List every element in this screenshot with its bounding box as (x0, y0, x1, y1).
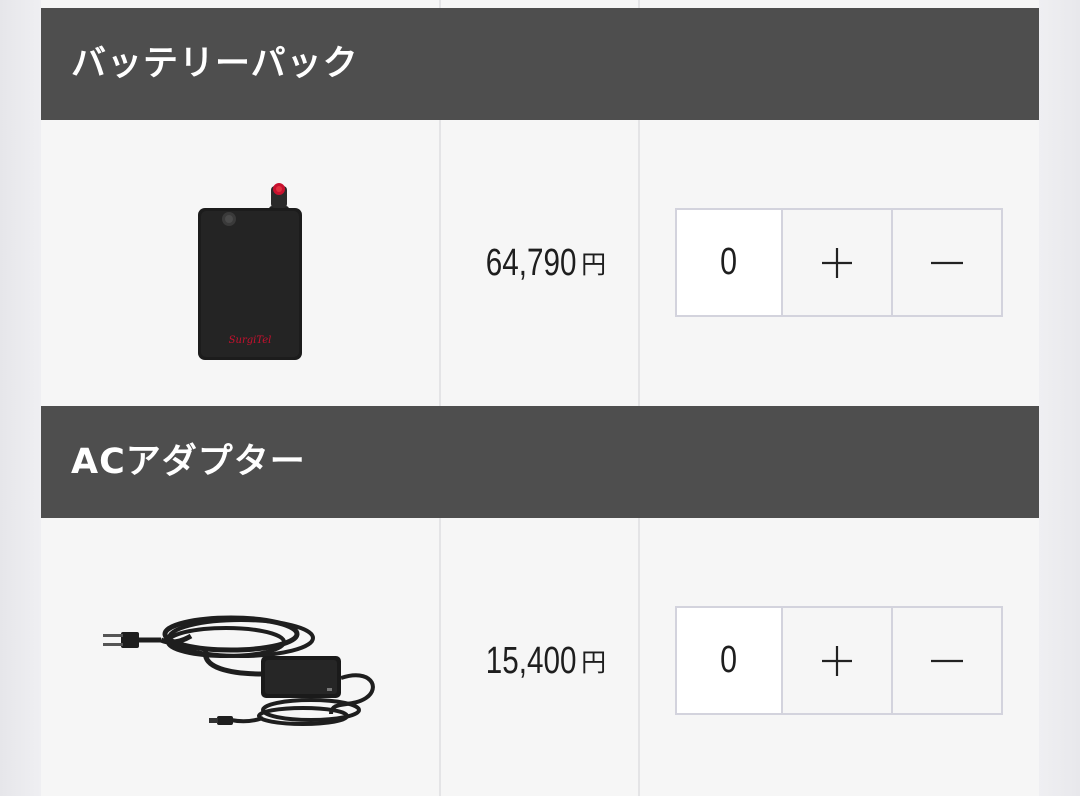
table-row: 15,400 円 0 (41, 518, 1039, 796)
minus-icon (931, 659, 963, 662)
section-title: ACアダプター (71, 442, 306, 482)
quantity-field[interactable]: 0 (677, 210, 783, 315)
quantity-field[interactable]: 0 (677, 608, 783, 713)
decrement-button[interactable] (893, 210, 1001, 315)
price-unit: 円 (581, 250, 607, 279)
column-divider (638, 0, 640, 8)
battery-pack-icon: SurgiTel (198, 183, 302, 360)
minus-icon (931, 261, 963, 264)
price-unit: 円 (581, 648, 607, 677)
quantity-value: 0 (720, 639, 738, 681)
section-header: ACアダプター (41, 406, 1039, 518)
ac-adapter-icon (103, 615, 375, 726)
price-value: 64,790 (485, 241, 577, 284)
section-title: バッテリーパック (71, 44, 359, 84)
product-section-battery-pack: バッテリーパック SurgiTel 64,790 円 0 (41, 8, 1039, 406)
plus-icon (822, 645, 852, 676)
price-cell: 15,400 円 (441, 518, 638, 796)
increment-button[interactable] (783, 210, 893, 315)
column-divider (439, 0, 441, 8)
quantity-stepper: 0 (675, 606, 1003, 715)
svg-text:SurgiTel: SurgiTel (229, 335, 272, 346)
product-table: バッテリーパック SurgiTel 64,790 円 0 ACアダプター 15,… (41, 0, 1039, 796)
price-value: 15,400 (485, 639, 577, 682)
plus-icon (822, 247, 852, 278)
quantity-cell: 0 (640, 518, 1039, 796)
decrement-button[interactable] (893, 608, 1001, 713)
product-section-ac-adapter: ACアダプター 15,400 円 0 (41, 406, 1039, 796)
product-option-page: バッテリーパック SurgiTel 64,790 円 0 ACアダプター 15,… (0, 0, 1080, 796)
table-row: SurgiTel 64,790 円 0 (41, 120, 1039, 406)
product-image-cell (41, 518, 439, 796)
quantity-stepper: 0 (675, 208, 1003, 317)
increment-button[interactable] (783, 608, 893, 713)
product-image-cell: SurgiTel (41, 120, 439, 406)
section-header: バッテリーパック (41, 8, 1039, 120)
quantity-value: 0 (720, 241, 738, 283)
table-top-edge (41, 0, 1039, 8)
price-cell: 64,790 円 (441, 120, 638, 406)
quantity-cell: 0 (640, 120, 1039, 406)
